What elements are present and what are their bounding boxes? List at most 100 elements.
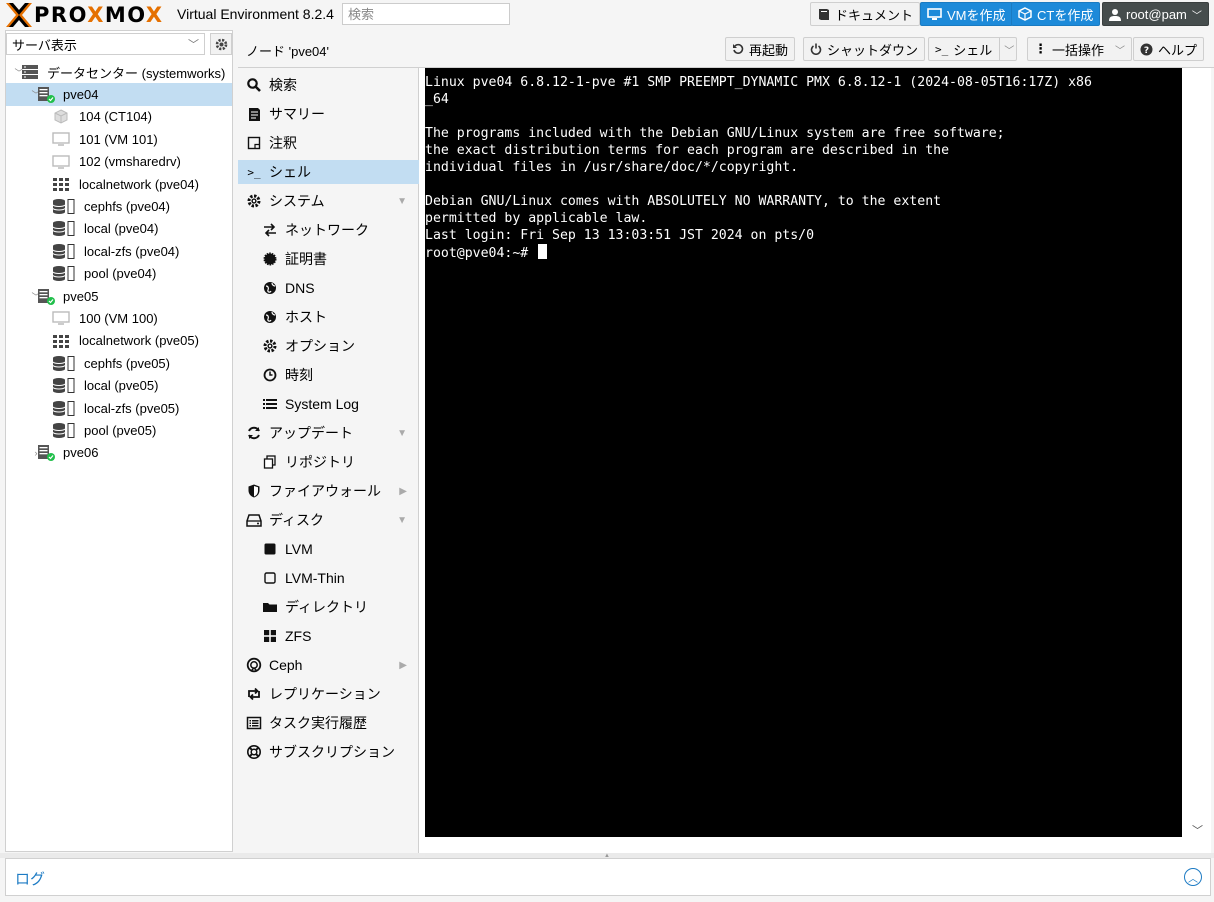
nav-item[interactable]: アップデート ▼ <box>238 421 419 445</box>
tree-item[interactable]: cephfs (pve05) <box>6 352 232 374</box>
tree-item[interactable]: local (pve05) <box>6 374 232 396</box>
terminal-line: Last login: Fri Sep 13 13:03:51 JST 2024… <box>425 228 815 243</box>
square-filled-icon <box>262 541 278 557</box>
tree-item-label: localnetwork (pve05) <box>79 333 199 349</box>
reboot-button[interactable]: 再起動 <box>725 37 796 61</box>
view-selector[interactable]: サーバ表示 ﹀ <box>6 33 205 55</box>
nav-item[interactable]: オプション <box>238 334 419 358</box>
tree-item[interactable]: local (pve04) <box>6 218 232 240</box>
search-input[interactable] <box>342 3 510 25</box>
nav-item[interactable]: システム ▼ <box>238 189 419 213</box>
shell-terminal[interactable]: Linux pve04 6.8.12-1-pve #1 SMP PREEMPT_… <box>425 68 1182 837</box>
tree-item[interactable]: ﹀ pve05 <box>6 285 232 307</box>
nav-item[interactable]: DNS <box>238 276 419 300</box>
tree-item[interactable]: 104 (CT104) <box>6 106 232 128</box>
nav-item[interactable]: ディレクトリ <box>238 595 419 619</box>
terminal-line: Debian GNU/Linux comes with ABSOLUTELY N… <box>425 194 942 209</box>
terminal-cursor <box>538 244 548 259</box>
nav-item[interactable]: ネットワーク <box>238 218 419 242</box>
shutdown-button[interactable]: シャットダウン <box>803 37 926 61</box>
proxmox-logo[interactable]: PROXMOX <box>6 2 164 28</box>
chevron-down-icon[interactable]: ▼ <box>397 428 407 439</box>
nav-item[interactable]: サマリー <box>238 102 419 126</box>
user-menu-button[interactable]: root@pam ﹀ <box>1102 2 1209 26</box>
nav-item[interactable]: System Log <box>238 392 419 416</box>
node-online-icon <box>37 87 55 104</box>
tree-item-label: 104 (CT104) <box>79 109 152 125</box>
chevron-right-icon[interactable]: ▶ <box>399 486 407 497</box>
resource-tree: ﹀ データセンター (systemworks) ﹀ pve04 104 (CT104) 1… <box>6 61 232 464</box>
nav-item-label: サマリー <box>269 106 325 122</box>
storage-icon <box>52 355 76 371</box>
storage-icon <box>52 378 76 394</box>
resource-tree-panel: サーバ表示 ﹀ ﹀ データセンター (systemworks) ﹀ pve04 104 … <box>5 30 233 852</box>
chevron-down-icon[interactable]: ▼ <box>397 515 407 526</box>
nav-item[interactable]: リポジトリ <box>238 450 419 474</box>
documentation-button[interactable]: ドキュメント <box>810 2 921 26</box>
nav-item[interactable]: ファイアウォール ▶ <box>238 479 419 503</box>
help-label: ヘルプ <box>1158 42 1198 58</box>
tree-item[interactable]: localnetwork (pve04) <box>6 173 232 195</box>
tree-item[interactable]: pool (pve05) <box>6 419 232 441</box>
tree-item[interactable]: ﹀ pve04 <box>6 83 232 106</box>
tree-settings-button[interactable] <box>210 33 232 55</box>
shell-button[interactable]: >_ シェル ﹀ <box>928 37 1018 61</box>
log-panel: ログ ︿ <box>5 858 1211 896</box>
bulk-actions-button[interactable]: ⋮ 一括操作 ﹀ <box>1027 37 1133 61</box>
bulk-actions-label: 一括操作 <box>1052 42 1105 58</box>
tree-item[interactable]: pool (pve04) <box>6 263 232 285</box>
terminal-scrollbar[interactable] <box>1182 68 1211 853</box>
chevron-down-icon[interactable]: ﹀ <box>999 38 1014 60</box>
tree-item-label: cephfs (pve05) <box>84 355 170 371</box>
storage-icon <box>52 400 76 416</box>
nav-item-label: LVM-Thin <box>285 570 345 586</box>
chevron-right-icon[interactable]: ▶ <box>399 660 407 671</box>
create-ct-button[interactable]: CTを作成 <box>1011 2 1101 26</box>
nav-item[interactable]: サブスクリプション <box>238 740 419 764</box>
tree-item[interactable]: local-zfs (pve04) <box>6 240 232 262</box>
vm-icon <box>52 310 70 326</box>
tree-item-label: pve06 <box>63 445 99 461</box>
nav-item[interactable]: LVM-Thin <box>238 566 419 590</box>
user-icon <box>1109 8 1121 21</box>
proxmox-x-logo-icon <box>6 3 32 27</box>
chevron-down-icon[interactable]: ﹀ <box>1192 822 1203 838</box>
brand-name: PROXMOX <box>34 3 164 27</box>
chevron-up-circle-icon[interactable]: ︿ <box>1184 868 1202 886</box>
tree-item[interactable]: 100 (VM 100) <box>6 307 232 329</box>
terminal-line: the exact distribution terms for each pr… <box>425 143 950 158</box>
tree-item[interactable]: cephfs (pve04) <box>6 195 232 217</box>
nav-item[interactable]: 時刻 <box>238 363 419 387</box>
create-vm-button[interactable]: VMを作成 <box>920 2 1013 26</box>
terminal-prompt-line[interactable]: root@pve04:~# <box>425 244 1182 261</box>
create-vm-label: VMを作成 <box>947 7 1006 23</box>
tree-item[interactable]: local-zfs (pve05) <box>6 397 232 419</box>
nav-item[interactable]: タスク実行履歴 <box>238 711 419 735</box>
gear-icon <box>215 38 227 50</box>
nav-item[interactable]: >_ シェル <box>238 160 419 184</box>
nav-item-label: ネットワーク <box>285 222 369 238</box>
help-button[interactable]: ? ヘルプ <box>1133 37 1205 61</box>
nav-item[interactable]: ZFS <box>238 624 419 648</box>
nav-item[interactable]: ホスト <box>238 305 419 329</box>
tree-item[interactable]: localnetwork (pve05) <box>6 330 232 352</box>
tree-item[interactable]: 101 (VM 101) <box>6 128 232 150</box>
nav-item[interactable]: Ceph ▶ <box>238 653 419 677</box>
ellipsis-vertical-icon: ⋮ <box>1034 41 1047 56</box>
nav-item[interactable]: 証明書 <box>238 247 419 271</box>
nav-item[interactable]: 検索 <box>238 73 419 97</box>
nav-item-label: ホスト <box>285 309 327 325</box>
log-title[interactable]: ログ <box>15 868 45 889</box>
nav-item[interactable]: LVM <box>238 537 419 561</box>
nav-item[interactable]: ディスク ▼ <box>238 508 419 532</box>
tree-item[interactable]: 102 (vmsharedrv) <box>6 151 232 173</box>
nav-item[interactable]: レプリケーション <box>238 682 419 706</box>
ceph-icon <box>246 657 262 673</box>
tree-item[interactable]: › pve06 <box>6 442 232 464</box>
tree-item[interactable]: ﹀ データセンター (systemworks) <box>6 61 232 83</box>
chevron-down-icon[interactable]: ▼ <box>397 196 407 207</box>
tree-item-label: local (pve05) <box>84 378 159 394</box>
nav-item[interactable]: 注釈 <box>238 131 419 155</box>
